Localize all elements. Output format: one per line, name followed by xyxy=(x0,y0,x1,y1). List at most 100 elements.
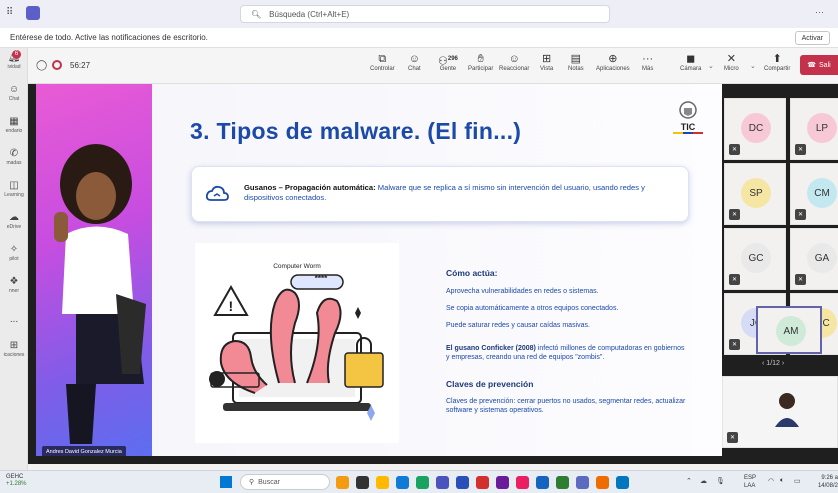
app-icon[interactable] xyxy=(516,476,529,489)
teams-icon[interactable] xyxy=(436,476,449,489)
rail-item-copilot[interactable]: ✧ pilot xyxy=(0,244,28,262)
share-button[interactable]: ⬆ Compartir xyxy=(764,52,790,72)
worm-password-field: **** xyxy=(314,274,328,283)
cloud-sync-icon xyxy=(205,185,229,201)
control-button[interactable]: ⧉ Controlar xyxy=(370,52,395,72)
battery-icon[interactable]: ▭ xyxy=(794,477,801,485)
app-grid-icon[interactable]: ⠿ xyxy=(6,7,13,18)
mic-muted-icon: ✕ xyxy=(729,144,740,155)
more-label: Más xyxy=(642,66,654,72)
windows-start-icon[interactable] xyxy=(220,476,232,488)
mic-label: Micro xyxy=(724,66,739,72)
avatar: DC xyxy=(741,113,771,143)
grid-view-icon: ⊞ xyxy=(542,53,552,65)
presenter-name-tag: Andres David Gonzalez Murcia xyxy=(42,446,126,456)
taskbar-search[interactable]: ⚲ Buscar xyxy=(240,474,330,490)
mic-tray-icon[interactable]: 🎙︎ xyxy=(716,477,725,485)
recording-icon xyxy=(52,60,62,70)
rail-item-learning[interactable]: ◫ Learning xyxy=(0,180,28,198)
clock-date: 14/08/2 xyxy=(817,483,838,489)
chat-button[interactable]: ☺ Chat xyxy=(408,52,421,72)
office-icon[interactable] xyxy=(476,476,489,489)
participant-tile[interactable]: CM ✕ xyxy=(790,163,838,225)
plus-apps-icon: ⊕ xyxy=(608,53,618,65)
teams-logo-icon xyxy=(26,6,40,20)
participant-tile[interactable]: GA ✕ xyxy=(790,228,838,290)
more-options-icon[interactable]: ··· xyxy=(815,7,824,17)
rail-item-onedrive[interactable]: ☁ eDrive xyxy=(0,212,28,230)
raise-hand-button[interactable]: ✋︎ Participar xyxy=(468,52,493,72)
mic-button[interactable]: ✕ Micro xyxy=(724,52,739,72)
participant-tile[interactable]: DC ✕ xyxy=(724,98,786,160)
rail-item-apps[interactable]: ⊞ icaciones xyxy=(0,340,28,358)
mic-muted-icon: ✕ xyxy=(795,274,806,285)
title-bar: ⠿ 🔍︎ Búsqueda (Ctrl+Alt+E) ··· xyxy=(0,0,838,28)
mic-options-chevron-icon[interactable]: ⌄ xyxy=(750,62,756,70)
leave-button[interactable]: ☎ Sali xyxy=(800,55,838,75)
outlook-icon[interactable] xyxy=(616,476,629,489)
rail-item-planner[interactable]: ❖ nner xyxy=(0,276,28,294)
app-icon[interactable] xyxy=(596,476,609,489)
page-indicator: 1/12 xyxy=(766,360,780,367)
participant-tile[interactable]: SP ✕ xyxy=(724,163,786,225)
avatar: LP xyxy=(807,113,837,143)
widgets-icon[interactable] xyxy=(336,476,349,489)
notes-icon: ▤ xyxy=(570,53,582,65)
share-icon: ⬆ xyxy=(772,53,782,65)
edge-icon[interactable] xyxy=(396,476,409,489)
search-input[interactable]: 🔍︎ Búsqueda (Ctrl+Alt+E) xyxy=(240,5,610,23)
rail-item-calls[interactable]: ✆ madas xyxy=(0,148,28,166)
react-button[interactable]: ☺ Reaccionar xyxy=(499,52,529,72)
people-icon: ⚇296 xyxy=(438,55,458,68)
rail-item-chat[interactable]: ☺ Chat xyxy=(0,84,28,102)
mic-muted-icon: ✕ xyxy=(727,432,738,443)
more-button[interactable]: ··· Más xyxy=(642,52,653,72)
participant-tile[interactable]: GC ✕ xyxy=(724,228,786,290)
apps-label: Aplicaciones xyxy=(596,66,630,72)
next-page-icon[interactable]: › xyxy=(782,360,784,367)
people-button[interactable]: ⚇296 Gente xyxy=(438,52,458,72)
file-explorer-icon[interactable] xyxy=(376,476,389,489)
notes-button[interactable]: ▤ Notas xyxy=(568,52,584,72)
self-video-tile[interactable]: ✕ xyxy=(722,376,838,448)
clock[interactable]: 9:26 a 14/08/2 xyxy=(812,474,838,490)
wifi-icon[interactable]: ◠ xyxy=(768,477,774,485)
participant-tile-active[interactable]: AM xyxy=(756,306,822,354)
participant-tile[interactable]: LP ✕ xyxy=(790,98,838,160)
chrome-icon[interactable] xyxy=(416,476,429,489)
rail-item-activity[interactable]: 🔔︎ 6 ividad xyxy=(0,50,28,70)
apps-button[interactable]: ⊕ Aplicaciones xyxy=(596,52,630,72)
people-count: 296 xyxy=(447,56,458,62)
rail-item-more[interactable]: ... xyxy=(0,314,28,326)
cloud-icon: ☁ xyxy=(9,212,19,223)
self-video-person xyxy=(775,393,799,427)
volume-icon[interactable]: 🔈︎ xyxy=(780,477,784,485)
app-icon[interactable] xyxy=(496,476,509,489)
language-indicator[interactable]: ESP LAA xyxy=(744,474,756,490)
prev-page-icon[interactable]: ‹ xyxy=(762,360,764,367)
rail-label: Chat xyxy=(8,96,20,102)
view-label: Vista xyxy=(540,66,554,72)
activate-notifications-button[interactable]: Activar xyxy=(794,31,830,45)
meeting-timer: 56:27 xyxy=(70,61,91,70)
rail-label: endario xyxy=(5,128,23,134)
presenter-photo: Andres David Gonzalez Murcia xyxy=(36,84,152,456)
task-view-icon[interactable] xyxy=(356,476,369,489)
tray-chevron-icon[interactable]: ⌃ xyxy=(686,477,692,485)
people-label: Gente xyxy=(439,66,457,72)
share-control-icon: ⧉ xyxy=(378,53,387,65)
mic-off-icon: ✕ xyxy=(726,53,736,65)
camera-button[interactable]: ◼ Cámara xyxy=(680,52,701,72)
camera-options-chevron-icon[interactable]: ⌄ xyxy=(708,62,714,70)
app-icon[interactable] xyxy=(576,476,589,489)
view-button[interactable]: ⊞ Vista xyxy=(540,52,553,72)
app-icon[interactable] xyxy=(536,476,549,489)
gallery-pagination: ‹ 1/12 › xyxy=(762,360,784,367)
stock-widget[interactable]: GEHC +1.28% xyxy=(6,474,27,488)
rail-label: madas xyxy=(6,160,22,166)
cloud-tray-icon[interactable]: ☁ xyxy=(700,477,707,485)
store-icon[interactable] xyxy=(456,476,469,489)
worm-image-title: Computer Worm xyxy=(273,263,321,270)
rail-item-calendar[interactable]: ▦ endario xyxy=(0,116,28,134)
app-icon[interactable] xyxy=(556,476,569,489)
